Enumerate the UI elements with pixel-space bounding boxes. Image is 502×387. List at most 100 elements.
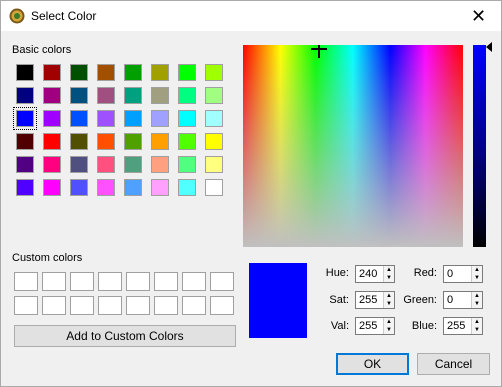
basic-color-swatch[interactable] <box>205 179 223 196</box>
basic-color-swatch[interactable] <box>43 179 61 196</box>
basic-color-swatch[interactable] <box>124 87 142 104</box>
basic-color-swatch[interactable] <box>16 133 34 150</box>
basic-color-swatch[interactable] <box>97 179 115 196</box>
basic-color-swatch[interactable] <box>16 179 34 196</box>
red-value[interactable]: 0 <box>447 268 453 280</box>
basic-color-swatch[interactable] <box>205 133 223 150</box>
basic-color-swatch[interactable] <box>70 64 88 81</box>
ok-button[interactable]: OK <box>336 353 409 375</box>
spin-arrows-icon[interactable]: ▲ ▼ <box>471 292 482 308</box>
custom-color-swatch[interactable] <box>98 296 122 315</box>
spin-arrows-icon[interactable]: ▲ ▼ <box>383 266 394 282</box>
basic-color-swatch[interactable] <box>151 179 169 196</box>
custom-color-swatch[interactable] <box>154 296 178 315</box>
val-value[interactable]: 255 <box>359 320 377 332</box>
close-icon[interactable]: ✕ <box>456 1 501 31</box>
title-bar: Select Color ✕ <box>1 1 501 31</box>
basic-color-swatch[interactable] <box>178 179 196 196</box>
blue-label: Blue: <box>411 320 437 332</box>
basic-color-swatch[interactable] <box>97 110 115 127</box>
basic-color-swatch[interactable] <box>43 156 61 173</box>
basic-color-swatch[interactable] <box>70 110 88 127</box>
luminance-slider[interactable] <box>473 45 486 247</box>
basic-color-swatch[interactable] <box>124 110 142 127</box>
custom-color-swatch[interactable] <box>126 296 150 315</box>
basic-color-swatch[interactable] <box>178 110 196 127</box>
current-color-preview <box>249 263 307 338</box>
basic-color-swatch[interactable] <box>97 156 115 173</box>
basic-colors-label: Basic colors <box>12 44 72 56</box>
spin-arrows-icon[interactable]: ▲ ▼ <box>471 318 482 334</box>
basic-color-swatch[interactable] <box>205 156 223 173</box>
custom-color-swatch[interactable] <box>98 272 122 291</box>
spin-arrows-icon[interactable]: ▲ ▼ <box>471 266 482 282</box>
custom-color-swatch[interactable] <box>14 272 38 291</box>
basic-color-swatch[interactable] <box>178 156 196 173</box>
red-label: Red: <box>413 267 437 279</box>
red-spinbox[interactable]: 0 ▲ ▼ <box>443 265 483 283</box>
basic-color-swatch[interactable] <box>16 64 34 81</box>
sat-spinbox[interactable]: 255 ▲ ▼ <box>355 291 395 309</box>
custom-colors-label: Custom colors <box>12 252 83 264</box>
green-value[interactable]: 0 <box>447 294 453 306</box>
basic-color-swatch[interactable] <box>205 110 223 127</box>
crosshair-icon <box>311 45 327 58</box>
color-spectrum[interactable] <box>243 45 463 247</box>
basic-color-swatch[interactable] <box>151 110 169 127</box>
basic-color-swatch[interactable] <box>16 156 34 173</box>
basic-color-swatch[interactable] <box>205 87 223 104</box>
basic-color-swatch[interactable] <box>13 107 37 130</box>
basic-color-swatch[interactable] <box>43 64 61 81</box>
custom-color-swatch[interactable] <box>210 296 234 315</box>
basic-color-swatch[interactable] <box>70 156 88 173</box>
basic-color-swatch[interactable] <box>124 156 142 173</box>
custom-color-swatch[interactable] <box>126 272 150 291</box>
basic-color-swatch[interactable] <box>151 156 169 173</box>
custom-color-swatch[interactable] <box>182 272 206 291</box>
blue-value[interactable]: 255 <box>447 320 465 332</box>
custom-color-swatch[interactable] <box>182 296 206 315</box>
custom-color-swatch[interactable] <box>42 296 66 315</box>
basic-color-swatch[interactable] <box>151 133 169 150</box>
spin-arrows-icon[interactable]: ▲ ▼ <box>383 318 394 334</box>
basic-color-swatch[interactable] <box>43 110 61 127</box>
luminance-arrow-icon[interactable] <box>486 42 492 52</box>
spin-arrows-icon[interactable]: ▲ ▼ <box>383 292 394 308</box>
basic-color-swatch[interactable] <box>151 87 169 104</box>
val-spinbox[interactable]: 255 ▲ ▼ <box>355 317 395 335</box>
basic-color-swatch[interactable] <box>70 179 88 196</box>
hue-spinbox[interactable]: 240 ▲ ▼ <box>355 265 395 283</box>
blue-spinbox[interactable]: 255 ▲ ▼ <box>443 317 483 335</box>
green-label: Green: <box>403 294 437 306</box>
custom-color-swatch[interactable] <box>210 272 234 291</box>
sat-label: Sat: <box>329 294 349 306</box>
basic-color-swatch[interactable] <box>43 133 61 150</box>
val-label: Val: <box>330 320 349 332</box>
hue-label: Hue: <box>325 267 349 279</box>
custom-color-swatch[interactable] <box>14 296 38 315</box>
basic-color-swatch[interactable] <box>178 87 196 104</box>
basic-color-swatch[interactable] <box>97 87 115 104</box>
hue-value[interactable]: 240 <box>359 268 377 280</box>
basic-color-swatch[interactable] <box>43 87 61 104</box>
basic-color-swatch[interactable] <box>70 87 88 104</box>
basic-color-swatch[interactable] <box>124 133 142 150</box>
basic-color-swatch[interactable] <box>205 64 223 81</box>
basic-color-swatch[interactable] <box>178 64 196 81</box>
basic-color-swatch[interactable] <box>97 133 115 150</box>
basic-color-swatch[interactable] <box>124 179 142 196</box>
custom-color-swatch[interactable] <box>42 272 66 291</box>
add-to-custom-colors-button[interactable]: Add to Custom Colors <box>14 325 236 347</box>
sat-value[interactable]: 255 <box>359 294 377 306</box>
basic-color-swatch[interactable] <box>178 133 196 150</box>
cancel-button[interactable]: Cancel <box>417 353 490 375</box>
basic-color-swatch[interactable] <box>70 133 88 150</box>
custom-color-swatch[interactable] <box>154 272 178 291</box>
custom-color-swatch[interactable] <box>70 272 94 291</box>
basic-color-swatch[interactable] <box>97 64 115 81</box>
custom-color-swatch[interactable] <box>70 296 94 315</box>
basic-color-swatch[interactable] <box>16 87 34 104</box>
basic-color-swatch[interactable] <box>151 64 169 81</box>
basic-color-swatch[interactable] <box>124 64 142 81</box>
green-spinbox[interactable]: 0 ▲ ▼ <box>443 291 483 309</box>
